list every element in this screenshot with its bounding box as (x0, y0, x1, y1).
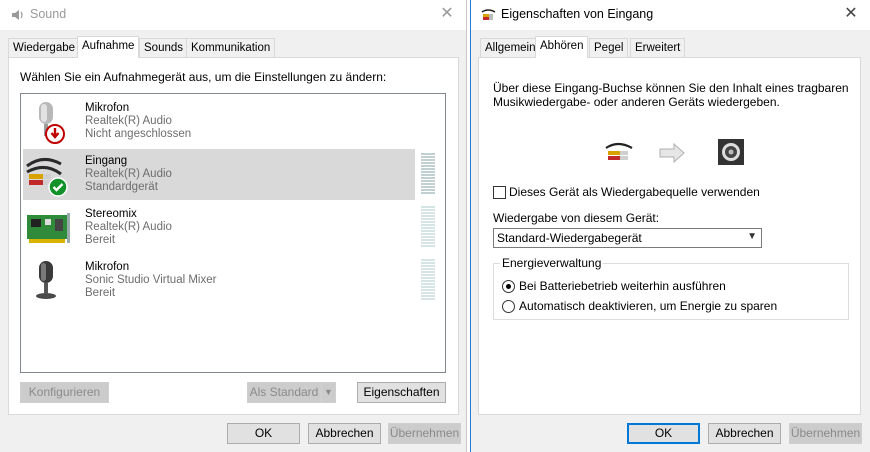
device-status: Bereit (85, 234, 116, 246)
set-default-dropdown[interactable]: ▼ (321, 382, 336, 403)
properties-window-title: Eigenschaften von Eingang (501, 7, 654, 21)
playback-device-select[interactable]: Standard-Wiedergabegerät ▼ (493, 228, 762, 248)
level-meter-stereomix (421, 206, 435, 249)
props-ok-button[interactable]: OK (627, 423, 700, 444)
playback-device-value: Standard-Wiedergabegerät (497, 231, 642, 245)
playback-device-label: Wiedergabe von diesem Gerät: (493, 211, 660, 225)
tab-pegel[interactable]: Pegel (589, 38, 629, 58)
device-name: Eingang (85, 155, 128, 167)
listen-checkbox-label[interactable]: Dieses Gerät als Wiedergabequelle verwen… (509, 185, 760, 199)
radio-auto-disable-label[interactable]: Automatisch deaktivieren, um Energie zu … (519, 299, 777, 313)
speaker-icon (12, 10, 23, 20)
chevron-down-icon: ▼ (747, 231, 757, 242)
tab-abhoeren[interactable]: Abhören (535, 36, 589, 58)
recording-device-list[interactable]: Mikrofon Realtek(R) Audio Nicht angeschl… (20, 93, 446, 373)
properties-button[interactable]: Eigenschaften (357, 382, 446, 403)
microphone-disconnected-icon (39, 102, 65, 144)
sound-close-button[interactable]: ✕ (436, 4, 458, 24)
line-in-default-icon (26, 158, 68, 197)
tab-sounds[interactable]: Sounds (139, 38, 189, 58)
apply-button[interactable]: Übernehmen (388, 423, 461, 444)
level-meter-mikrofon-sonic (421, 259, 435, 302)
line-in-icon (481, 9, 496, 20)
ok-button[interactable]: OK (227, 423, 300, 444)
listen-checkbox[interactable] (493, 186, 506, 199)
props-cancel-button[interactable]: Abbrechen (708, 423, 781, 444)
listen-description-line-2: Musikwiedergabe- oder anderen Geräts wie… (493, 95, 780, 109)
list-item-mikrofon-realtek[interactable]: Mikrofon Realtek(R) Audio Nicht angeschl… (23, 96, 415, 147)
props-apply-button[interactable]: Übernehmen (789, 423, 862, 444)
device-name: Mikrofon (85, 102, 130, 114)
line-in-jack-icon (605, 142, 633, 160)
cancel-button[interactable]: Abbrechen (308, 423, 381, 444)
list-item-eingang[interactable]: Eingang Realtek(R) Audio Standardgerät (23, 149, 415, 200)
sound-window: Sound ✕ Wiedergabe Aufnahme Sounds Kommu… (0, 0, 467, 452)
level-meter-eingang (421, 153, 435, 196)
recording-instruction: Wählen Sie ein Aufnahmegerät aus, um die… (20, 70, 387, 84)
power-management-title: Energieverwaltung (500, 256, 604, 270)
speaker-device-icon (718, 139, 744, 165)
listen-description-line-1: Über diese Eingang-Buchse können Sie den… (493, 81, 849, 95)
properties-close-button[interactable]: ✕ (840, 4, 862, 24)
device-driver: Realtek(R) Audio (85, 168, 172, 180)
arrow-right-icon (659, 143, 685, 163)
device-status: Standardgerät (85, 181, 158, 193)
tab-allgemein[interactable]: Allgemein (480, 38, 541, 58)
chevron-down-icon: ▼ (324, 387, 333, 397)
list-item-stereomix[interactable]: Stereomix Realtek(R) Audio Bereit (23, 202, 415, 253)
configure-button[interactable]: Konfigurieren (20, 382, 109, 403)
device-driver: Realtek(R) Audio (85, 115, 172, 127)
sound-window-title: Sound (30, 7, 67, 21)
device-status: Bereit (85, 287, 116, 299)
radio-auto-disable[interactable] (502, 300, 515, 313)
device-name: Mikrofon (85, 261, 130, 273)
microphone-icon (36, 261, 56, 299)
set-default-button[interactable]: Als Standard (247, 382, 321, 403)
list-item-mikrofon-sonic[interactable]: Mikrofon Sonic Studio Virtual Mixer Bere… (23, 255, 415, 306)
tab-aufnahme[interactable]: Aufnahme (77, 36, 140, 58)
power-management-group: Energieverwaltung Bei Batteriebetrieb we… (493, 256, 849, 320)
device-status: Nicht angeschlossen (85, 128, 192, 140)
device-driver: Realtek(R) Audio (85, 221, 172, 233)
radio-continue-on-battery-label[interactable]: Bei Batteriebetrieb weiterhin ausführen (519, 279, 726, 293)
sound-titlebar: Sound ✕ (0, 0, 466, 30)
tab-erweitert[interactable]: Erweitert (630, 38, 686, 58)
properties-titlebar: Eigenschaften von Eingang ✕ (471, 0, 870, 30)
tab-kommunikation[interactable]: Kommunikation (186, 38, 276, 58)
device-driver: Sonic Studio Virtual Mixer (85, 274, 217, 286)
tab-wiedergabe[interactable]: Wiedergabe (8, 38, 81, 58)
radio-continue-on-battery[interactable] (502, 280, 515, 293)
sound-card-icon (27, 213, 70, 243)
device-name: Stereomix (85, 208, 137, 220)
